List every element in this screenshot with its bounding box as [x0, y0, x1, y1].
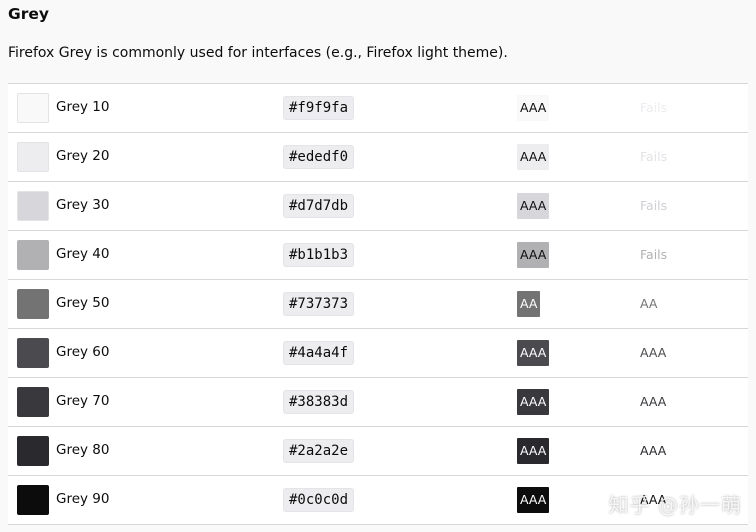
color-name: Grey 10	[56, 99, 110, 115]
color-name: Grey 50	[56, 295, 110, 311]
hex-code: #b1b1b3	[283, 243, 355, 267]
hex-code: #4a4a4f	[283, 341, 355, 365]
contrast-badge: AAA	[517, 242, 550, 268]
color-table: Grey 10 #f9f9fa AAA Fails Grey 20 #ededf…	[8, 83, 748, 525]
contrast-badge: AA	[517, 291, 541, 317]
contrast-rating: AAA	[640, 345, 667, 360]
color-swatch	[17, 485, 49, 515]
hex-code: #0c0c0d	[283, 488, 355, 512]
color-name: Grey 20	[56, 148, 110, 164]
color-swatch	[17, 338, 49, 368]
color-swatch	[17, 240, 49, 270]
contrast-badge: AAA	[517, 144, 550, 170]
hex-code: #f9f9fa	[283, 96, 355, 120]
hex-code: #737373	[283, 292, 355, 316]
table-row: Grey 10 #f9f9fa AAA Fails	[8, 84, 748, 133]
contrast-rating: AA	[640, 296, 658, 311]
table-row: Grey 20 #ededf0 AAA Fails	[8, 133, 748, 182]
color-name: Grey 60	[56, 344, 110, 360]
contrast-badge: AAA	[517, 193, 550, 219]
contrast-badge: AAA	[517, 487, 550, 513]
contrast-rating: AAA	[640, 443, 667, 458]
color-swatch	[17, 289, 49, 319]
color-swatch	[17, 436, 49, 466]
contrast-rating: Fails	[640, 247, 668, 262]
section-title: Grey	[8, 5, 49, 23]
color-swatch	[17, 191, 49, 221]
contrast-badge: AAA	[517, 438, 550, 464]
contrast-rating: AAA	[640, 394, 667, 409]
contrast-rating: Fails	[640, 149, 668, 164]
contrast-rating: Fails	[640, 100, 668, 115]
table-row: Grey 80 #2a2a2e AAA AAA	[8, 427, 748, 476]
color-name: Grey 30	[56, 197, 110, 213]
color-swatch	[17, 93, 49, 123]
table-row: Grey 70 #38383d AAA AAA	[8, 378, 748, 427]
watermark: 知乎 @孙一萌	[608, 493, 742, 517]
color-name: Grey 90	[56, 491, 110, 507]
hex-code: #38383d	[283, 390, 355, 414]
hex-code: #2a2a2e	[283, 439, 355, 463]
table-row: Grey 30 #d7d7db AAA Fails	[8, 182, 748, 231]
contrast-badge: AAA	[517, 95, 550, 121]
color-swatch	[17, 142, 49, 172]
color-name: Grey 70	[56, 393, 110, 409]
contrast-badge: AAA	[517, 340, 550, 366]
table-row: Grey 50 #737373 AA AA	[8, 280, 748, 329]
section-description: Firefox Grey is commonly used for interf…	[8, 45, 508, 61]
contrast-rating: Fails	[640, 198, 668, 213]
table-row: Grey 40 #b1b1b3 AAA Fails	[8, 231, 748, 280]
hex-code: #d7d7db	[283, 194, 355, 218]
color-name: Grey 80	[56, 442, 110, 458]
contrast-badge: AAA	[517, 389, 550, 415]
color-name: Grey 40	[56, 246, 110, 262]
hex-code: #ededf0	[283, 145, 355, 169]
color-swatch	[17, 387, 49, 417]
table-row: Grey 60 #4a4a4f AAA AAA	[8, 329, 748, 378]
